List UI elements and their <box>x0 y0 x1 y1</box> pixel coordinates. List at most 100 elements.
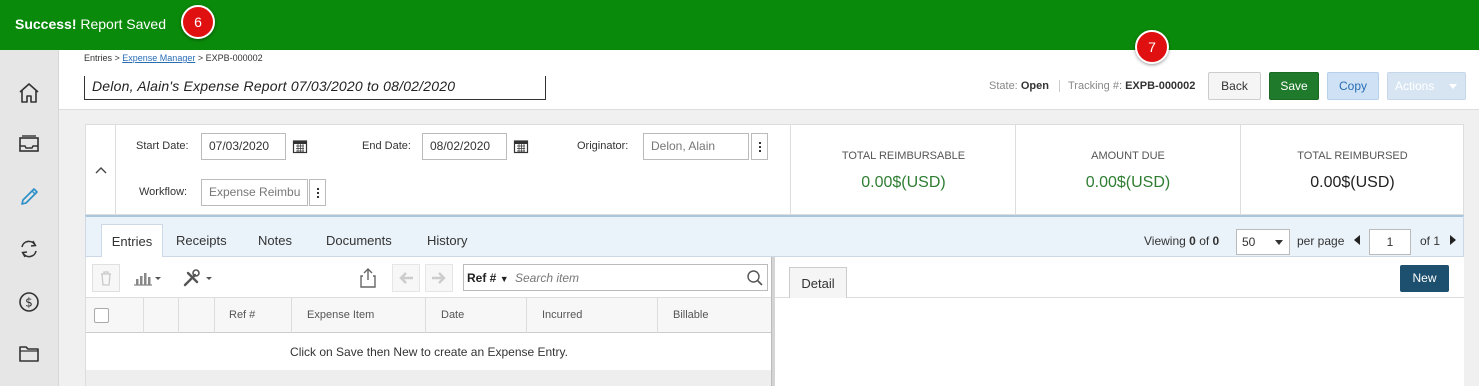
workflow-field[interactable]: Expense Reimbu <box>201 179 308 206</box>
summary-value: 0.00$(USD) <box>1310 174 1395 191</box>
summary-value: 0.00$(USD) <box>1085 174 1171 191</box>
breadcrumb-separator: > <box>112 53 123 63</box>
tracking-label: Tracking #: <box>1068 80 1123 92</box>
summary-total-reimbursable: TOTAL REIMBURSABLE 0.00$(USD) <box>790 125 1016 214</box>
select-all-checkbox[interactable] <box>94 308 109 323</box>
pager-viewing: Viewing 0 of 0 <box>1144 234 1219 248</box>
state-indicator: State: Open <box>989 80 1049 92</box>
start-date-field[interactable]: 07/03/2020 <box>201 133 286 160</box>
summary-title: AMOUNT DUE <box>1091 150 1165 162</box>
entries-grid-panel: Ref # ▼ Search item Ref # Expense Item D… <box>85 257 772 386</box>
summary-total-reimbursed: TOTAL REIMBURSED 0.00$(USD) <box>1240 125 1464 214</box>
back-button[interactable]: Back <box>1208 72 1261 100</box>
save-button[interactable]: Save <box>1269 72 1319 100</box>
search-icon[interactable] <box>746 269 764 287</box>
start-date-label: Start Date: <box>136 140 189 152</box>
grid-col-ref[interactable]: Ref # <box>215 298 292 333</box>
new-button[interactable]: New <box>1400 265 1449 292</box>
search-box: Ref # ▼ Search item <box>463 264 768 291</box>
chevron-down-icon <box>1449 84 1457 89</box>
workflow-menu-icon[interactable] <box>309 179 326 206</box>
report-form-panel: Start Date: 07/03/2020 End Date: 08/02/2… <box>85 124 1464 215</box>
bar-chart-icon <box>134 273 161 286</box>
svg-text:$: $ <box>25 296 33 310</box>
success-message: Success! Report Saved <box>15 16 166 32</box>
summary-amount-due: AMOUNT DUE 0.00$(USD) <box>1015 125 1240 214</box>
search-input[interactable]: Search item <box>515 271 579 285</box>
pencil-icon[interactable] <box>16 184 42 210</box>
chart-menu-button[interactable] <box>132 269 164 292</box>
breadcrumb-expense-manager[interactable]: Expense Manager <box>122 53 195 63</box>
tab-documents[interactable]: Documents <box>326 233 392 248</box>
inbox-icon[interactable] <box>16 131 42 157</box>
folder-icon[interactable] <box>16 340 42 366</box>
grid-col-blank <box>144 298 179 333</box>
tracking-indicator: Tracking #: EXPB-000002 <box>1068 80 1195 92</box>
tab-receipts[interactable]: Receipts <box>176 233 227 248</box>
share-icon <box>360 268 376 288</box>
viewing-total: 0 <box>1212 234 1220 248</box>
detail-divider <box>775 297 1464 298</box>
grid-col-expense-item[interactable]: Expense Item <box>292 298 426 333</box>
grid-header: Ref # Expense Item Date Incurred Billabl… <box>86 298 772 333</box>
tools-menu-button[interactable] <box>182 268 216 293</box>
viewing-from: 0 <box>1189 234 1196 248</box>
originator-label: Originator: <box>577 140 629 152</box>
page-number-input[interactable]: 1 <box>1369 229 1411 255</box>
state-label: State: <box>989 80 1018 92</box>
breadcrumb-current: EXPB-000002 <box>205 53 263 63</box>
select-all-cell <box>86 298 144 333</box>
sync-icon[interactable] <box>16 236 42 262</box>
actions-dropdown[interactable]: Actions <box>1387 72 1466 100</box>
prev-record-button[interactable] <box>392 264 420 292</box>
summary-title: TOTAL REIMBURSABLE <box>841 150 966 162</box>
breadcrumb-entries[interactable]: Entries <box>84 53 112 63</box>
grid-footer <box>86 370 772 386</box>
calendar-icon[interactable] <box>292 138 308 154</box>
trash-icon <box>101 271 111 286</box>
export-button[interactable] <box>358 267 378 294</box>
grid-col-incurred[interactable]: Incurred <box>527 298 658 333</box>
report-header: Entries > Expense Manager > EXPB-000002 … <box>59 30 1479 110</box>
grid-col-blank <box>179 298 215 333</box>
originator-field[interactable]: Delon, Alain <box>643 133 749 160</box>
state-value: Open <box>1020 80 1049 92</box>
tab-history[interactable]: History <box>427 233 467 248</box>
left-nav-rail: $ <box>0 50 59 386</box>
actions-label: Actions <box>1395 79 1435 93</box>
report-title-field[interactable]: Delon, Alain's Expense Report 07/03/2020… <box>84 76 546 100</box>
next-record-button[interactable] <box>425 264 453 292</box>
originator-menu-icon[interactable] <box>751 133 768 160</box>
search-field-label: Ref # <box>467 271 497 285</box>
copy-button[interactable]: Copy <box>1327 72 1379 100</box>
report-title: Delon, Alain's Expense Report 07/03/2020… <box>92 78 456 94</box>
prev-page-icon[interactable] <box>1354 235 1360 245</box>
breadcrumb-separator: > <box>195 53 206 63</box>
home-icon[interactable] <box>16 80 42 106</box>
success-banner: Success! Report Saved 6 <box>0 0 1479 50</box>
of-label: of <box>1199 234 1210 248</box>
grid-col-date[interactable]: Date <box>426 298 527 333</box>
header-divider <box>1059 80 1060 92</box>
tab-entries[interactable]: Entries <box>101 224 163 258</box>
search-field-select[interactable]: Ref # ▼ <box>467 271 509 285</box>
summary-title: TOTAL REIMBURSED <box>1297 150 1408 162</box>
per-page-select[interactable]: 50 <box>1236 229 1290 255</box>
end-date-label: End Date: <box>362 140 411 152</box>
chevron-down-icon <box>1275 240 1283 245</box>
grid-empty-message: Click on Save then New to create an Expe… <box>290 345 568 359</box>
collapse-toggle[interactable] <box>86 125 116 214</box>
dollar-icon[interactable]: $ <box>16 289 42 315</box>
chevron-down-icon: ▼ <box>499 274 509 284</box>
step-badge-7: 7 <box>1135 30 1169 64</box>
grid-col-billable[interactable]: Billable <box>658 298 772 333</box>
success-rest: Report Saved <box>76 16 166 32</box>
end-date-field[interactable]: 08/02/2020 <box>422 133 507 160</box>
success-strong: Success! <box>15 16 77 32</box>
next-page-icon[interactable] <box>1450 235 1456 245</box>
calendar-icon[interactable] <box>513 138 529 154</box>
per-page-value: 50 <box>1242 235 1256 249</box>
delete-button[interactable] <box>92 264 120 292</box>
tab-detail[interactable]: Detail <box>789 267 847 298</box>
tab-notes[interactable]: Notes <box>258 233 292 248</box>
